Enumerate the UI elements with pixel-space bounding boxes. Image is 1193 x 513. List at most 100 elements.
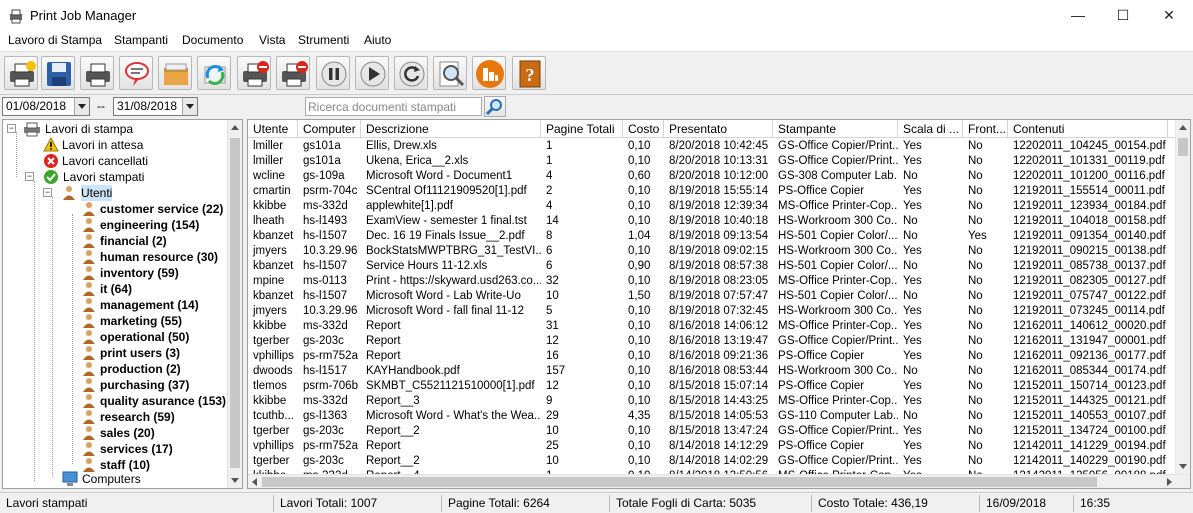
folder-icon — [164, 63, 188, 85]
table-row[interactable]: kbanzet hs-l1507 Microsoft Word - Lab Writ… — [248, 289, 1176, 304]
chevron-down-icon[interactable] — [74, 98, 89, 115]
user-icon — [83, 362, 95, 376]
collapse-icon[interactable]: − — [25, 172, 34, 181]
table-row[interactable]: lheath hs-l1493 ExamView - semester 1 fina… — [248, 214, 1176, 229]
table-vscroll-thumb[interactable] — [1178, 138, 1188, 156]
column-header[interactable]: Utente — [248, 120, 298, 138]
column-header[interactable]: Contenuti — [1008, 120, 1168, 138]
table-cell: HS-Workroom 300 Co... — [778, 305, 898, 317]
status-time: 16:35 — [1080, 496, 1111, 510]
table-cell: 12142011_140229_00190.pdf — [1013, 455, 1166, 467]
table-cell: vphillips — [253, 350, 294, 362]
column-header[interactable]: Pagine Totali — [541, 120, 623, 138]
table-row[interactable]: lmiller gs101a Ellis, Drew.xls 1 0,10 8/20/20… — [248, 139, 1176, 154]
chevron-down-icon[interactable] — [182, 98, 197, 115]
table-vertical-scrollbar[interactable] — [1175, 120, 1190, 474]
maximize-button[interactable]: ☐ — [1100, 0, 1146, 31]
table-cell: 8/16/2018 09:21:36 — [669, 350, 769, 362]
table-row[interactable]: vphillips ps-rm752a Report 16 0,10 8/16/2018 … — [248, 349, 1176, 364]
delete-printer-button[interactable] — [237, 56, 271, 90]
table-cell: lheath — [253, 215, 285, 227]
table-cell: 10 — [546, 455, 559, 467]
table-cell: MS-Office Printer-Cop... — [778, 395, 898, 407]
table-cell: GS-Office Copier/Print... — [778, 335, 898, 347]
table-row[interactable]: kkibbe ms-332d Report__3 9 0,10 8/15/2018 14:… — [248, 394, 1176, 409]
date-from-picker[interactable]: 01/08/2018 — [2, 97, 90, 116]
table-row[interactable]: kkibbe ms-332d Report 31 0,10 8/16/2018 14:06… — [248, 319, 1176, 334]
delete-job-button[interactable] — [276, 56, 310, 90]
table-cell: Yes — [903, 275, 922, 287]
table-cell: 31 — [546, 320, 559, 332]
menu-lavoro-di-stampa[interactable]: Lavoro di Stampa — [8, 33, 102, 47]
search-input[interactable] — [305, 97, 482, 116]
help-button[interactable]: ? — [512, 56, 546, 90]
table-row[interactable]: cmartin psrm-704c SCentral Of11121909520[1… — [248, 184, 1176, 199]
column-header[interactable]: Scala di ... — [898, 120, 963, 138]
table-row[interactable]: mpine ms-0113 Print - https://skyward.usd2… — [248, 274, 1176, 289]
table-row[interactable]: vphillips ps-rm752a Report 25 0,10 8/14/2018 … — [248, 439, 1176, 454]
reports-button[interactable] — [472, 56, 506, 90]
column-header[interactable]: Stampante — [773, 120, 898, 138]
new-printer-button[interactable] — [4, 56, 38, 90]
close-button[interactable]: ✕ — [1146, 0, 1192, 31]
zoom-button[interactable] — [433, 56, 467, 90]
table-row[interactable]: kbanzet hs-l1507 Dec. 16 19 Finals Issue__… — [248, 229, 1176, 244]
collapse-icon[interactable]: − — [7, 124, 16, 133]
column-header[interactable]: Descrizione — [361, 120, 541, 138]
table-row[interactable]: dwoods hs-l1517 KAYHandbook.pdf 157 0,10 8/16… — [248, 364, 1176, 379]
collapse-icon[interactable]: − — [43, 188, 52, 197]
tree-pending-label: Lavori in attesa — [62, 138, 144, 152]
column-header[interactable]: Presentato — [664, 120, 773, 138]
open-folder-button[interactable] — [158, 56, 192, 90]
table-row[interactable]: kkibbe ms-332d applewhite[1].pdf 4 0,10 8/19/… — [248, 199, 1176, 214]
table-row[interactable]: lmiller gs101a Ukena, Erica__2.xls 1 0,10 8/2… — [248, 154, 1176, 169]
tree-scrollbar[interactable] — [227, 120, 242, 488]
table-cell: Report — [366, 440, 401, 452]
table-row[interactable]: jmyers 10.3.29.96 Microsoft Word - fall fi… — [248, 304, 1176, 319]
table-row[interactable]: tgerber gs-203c Report 12 0,10 8/16/2018 13:1… — [248, 334, 1176, 349]
minimize-button[interactable]: — — [1055, 0, 1101, 31]
preview-button[interactable] — [119, 56, 153, 90]
table-cell: 12192011_090215_00138.pdf — [1013, 245, 1166, 257]
table-cell: MS-Office Printer-Cop... — [778, 275, 898, 287]
table-cell: No — [968, 275, 983, 287]
table-row[interactable]: wcline gs-109a Microsoft Word - Document1 4… — [248, 169, 1176, 184]
user-icon — [83, 266, 95, 280]
table-cell: Yes — [903, 245, 922, 257]
menu-aiuto[interactable]: Aiuto — [364, 33, 391, 47]
menu-vista[interactable]: Vista — [259, 33, 285, 47]
table-row[interactable]: kbanzet hs-l1507 Service Hours 11-12.xls 6 0… — [248, 259, 1176, 274]
table-cell: BockStatsMWPTBRG_31_TestVI... — [366, 245, 541, 257]
status-bar: Lavori stampati Lavori Totali: 1007 Pagi… — [0, 492, 1193, 513]
table-cell: 12152011_140553_00107.pdf — [1013, 410, 1166, 422]
tree-scroll-thumb[interactable] — [230, 138, 240, 468]
table-row[interactable]: jmyers 10.3.29.96 BockStatsMWPTBRG_31_Test… — [248, 244, 1176, 259]
print-button[interactable] — [80, 56, 114, 90]
table-horizontal-scrollbar[interactable] — [248, 474, 1190, 488]
column-header[interactable]: Front... — [963, 120, 1008, 138]
table-cell: KAYHandbook.pdf — [366, 365, 460, 377]
pause-button[interactable] — [316, 56, 350, 90]
table-row[interactable]: tgerber gs-203c Report__2 10 0,10 8/15/2018 1… — [248, 424, 1176, 439]
tree-panel: − Lavori di stampa Lavori in attesa Lavo… — [2, 119, 243, 489]
menu-documento[interactable]: Documento — [182, 33, 243, 47]
resume-button[interactable] — [355, 56, 389, 90]
column-header[interactable]: Computer — [298, 120, 361, 138]
restart-button[interactable] — [394, 56, 428, 90]
search-button[interactable] — [484, 96, 506, 117]
table-cell: HS-501 Copier Color/... — [778, 260, 898, 272]
table-row[interactable]: tcuthb... gs-l1363 Microsoft Word - What's… — [248, 409, 1176, 424]
table-row[interactable]: tlemos psrm-706b SKMBT_C5521121510000[1].p… — [248, 379, 1176, 394]
table-row[interactable]: tgerber gs-203c Report__2 10 0,10 8/14/2018 1… — [248, 454, 1176, 469]
user-icon — [83, 442, 95, 456]
date-to-picker[interactable]: 31/08/2018 — [113, 97, 198, 116]
save-button[interactable] — [41, 56, 75, 90]
menu-strumenti[interactable]: Strumenti — [298, 33, 349, 47]
table-cell: 8/15/2018 15:07:14 — [669, 380, 769, 392]
column-header[interactable]: Costo — [623, 120, 664, 138]
table-cell: 12 — [546, 335, 559, 347]
refresh-button[interactable] — [197, 56, 231, 90]
table-cell: GS-308 Computer Lab... — [778, 170, 898, 182]
menu-stampanti[interactable]: Stampanti — [114, 33, 168, 47]
table-hscroll-thumb[interactable] — [262, 477, 1097, 487]
